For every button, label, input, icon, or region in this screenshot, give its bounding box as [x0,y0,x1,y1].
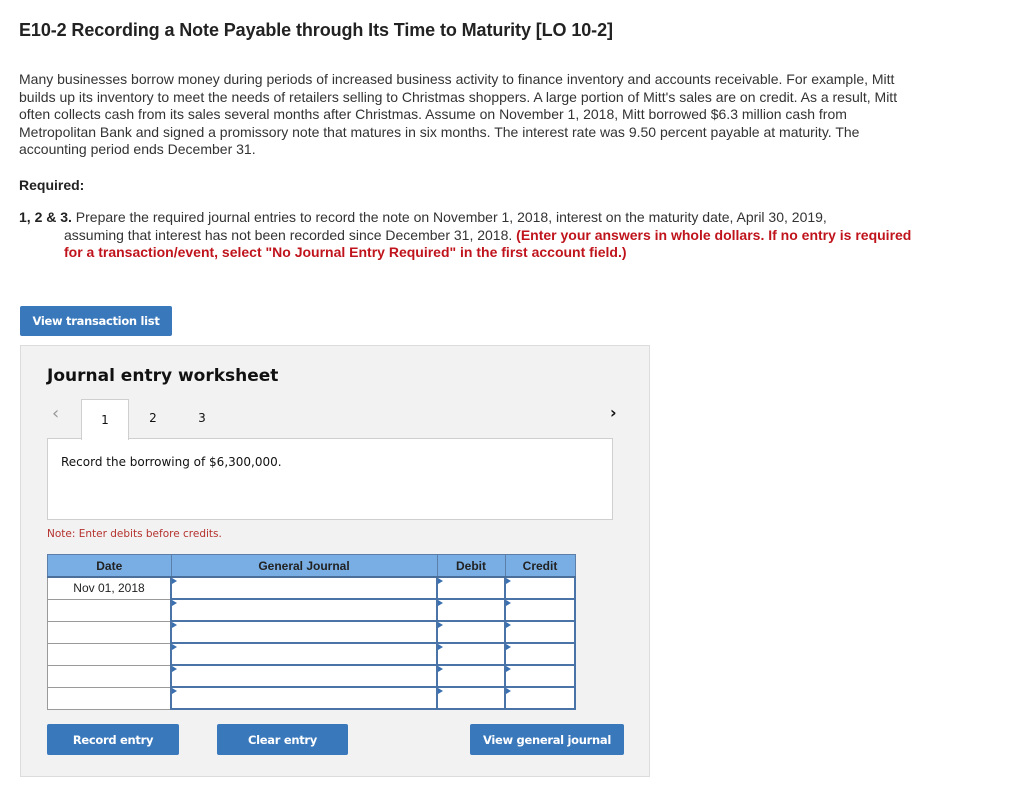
date-cell[interactable] [47,642,172,666]
debit-input[interactable] [436,598,506,622]
debit-input[interactable] [436,576,506,600]
credit-input[interactable] [504,642,576,666]
view-general-journal-button[interactable]: View general journal [470,724,624,755]
tab-3[interactable]: 3 [178,399,226,437]
debit-credit-note: Note: Enter debits before credits. [47,528,222,540]
worksheet-title: Journal entry worksheet [47,366,279,386]
table-row [47,686,576,710]
instructions: 1, 2 & 3. Prepare the required journal e… [19,209,919,262]
debit-input[interactable] [436,686,506,710]
table-row [47,664,576,688]
credit-input[interactable] [504,576,576,600]
problem-description: Many businesses borrow money during peri… [19,71,898,158]
page-title: E10-2 Recording a Note Payable through I… [19,20,613,40]
credit-input[interactable] [504,686,576,710]
instruction-text-line1: Prepare the required journal entries to … [71,209,827,225]
instruction-continued: assuming that interest has not been reco… [19,227,919,262]
view-transaction-list-button[interactable]: View transaction list [20,306,172,336]
tab-2[interactable]: 2 [129,399,177,437]
required-label: Required: [19,177,85,193]
debit-input[interactable] [436,642,506,666]
account-select[interactable] [170,642,438,666]
transaction-description-box: Record the borrowing of $6,300,000. [47,438,613,520]
journal-table: Date General Journal Debit Credit Nov 01… [47,554,576,710]
table-row: Nov 01, 2018 [47,576,576,600]
header-credit: Credit [504,554,576,578]
header-date: Date [47,554,172,578]
account-select[interactable] [170,686,438,710]
account-select[interactable] [170,598,438,622]
header-general-journal: General Journal [170,554,438,578]
account-select[interactable] [170,576,438,600]
header-debit: Debit [436,554,506,578]
date-cell[interactable]: Nov 01, 2018 [47,576,172,600]
date-cell[interactable] [47,598,172,622]
journal-entry-worksheet: Journal entry worksheet ‹ 1 2 3 › Record… [20,345,650,777]
chevron-left-icon[interactable]: ‹ [52,403,59,424]
table-row [47,642,576,666]
instruction-number: 1, 2 & 3. [19,209,72,225]
table-row [47,620,576,644]
credit-input[interactable] [504,598,576,622]
account-select[interactable] [170,664,438,688]
chevron-right-icon[interactable]: › [610,403,617,422]
credit-input[interactable] [504,664,576,688]
debit-input[interactable] [436,664,506,688]
date-cell[interactable] [47,686,172,710]
debit-input[interactable] [436,620,506,644]
clear-entry-button[interactable]: Clear entry [217,724,348,755]
table-header-row: Date General Journal Debit Credit [47,554,576,578]
transaction-description: Record the borrowing of $6,300,000. [61,455,282,469]
account-select[interactable] [170,620,438,644]
instruction-text-line2: assuming that interest has not been reco… [64,226,517,243]
tab-1[interactable]: 1 [81,399,129,440]
date-cell[interactable] [47,620,172,644]
date-cell[interactable] [47,664,172,688]
record-entry-button[interactable]: Record entry [47,724,179,755]
credit-input[interactable] [504,620,576,644]
table-row [47,598,576,622]
